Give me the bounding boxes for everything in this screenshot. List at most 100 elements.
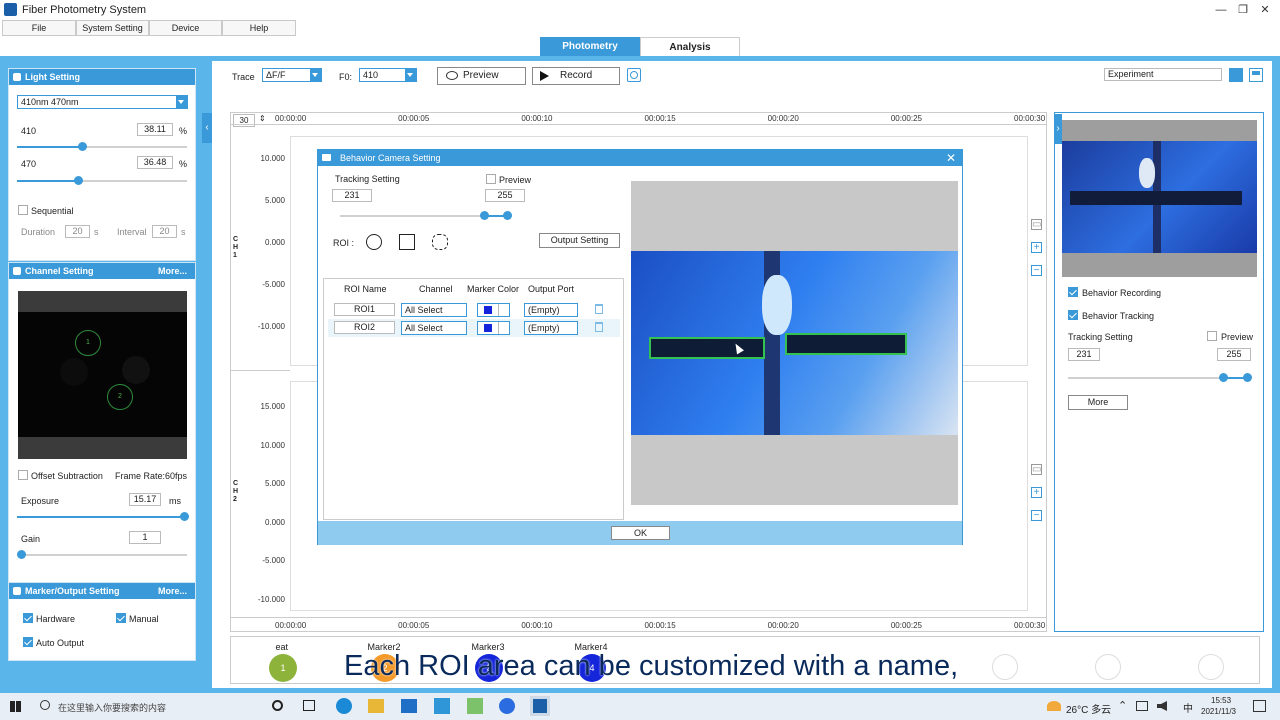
tracking-high-input[interactable]: 255 [485, 189, 525, 202]
threshold-high-knob[interactable] [503, 211, 512, 220]
polygon-roi-icon[interactable] [432, 234, 448, 250]
interval-input[interactable]: 20 [152, 225, 177, 238]
zoom-in-icon[interactable]: + [1031, 242, 1042, 253]
image-icon[interactable]: ▭ [1031, 464, 1042, 475]
tracking-low-input[interactable]: 231 [1068, 348, 1100, 361]
behavior-recording-checkbox[interactable] [1068, 287, 1078, 297]
menu-system-setting[interactable]: System Setting [76, 20, 149, 36]
app-icon[interactable] [467, 698, 483, 714]
baidu-icon[interactable] [499, 698, 515, 714]
duration-input[interactable]: 20 [65, 225, 90, 238]
tracking-high-input[interactable]: 255 [1217, 348, 1251, 361]
task-view-icon[interactable] [303, 700, 315, 711]
output-port-select[interactable]: (Empty) [524, 321, 578, 335]
minimize-icon[interactable]: — [1210, 2, 1232, 18]
edge-icon[interactable] [336, 698, 352, 714]
rectangle-roi-icon[interactable] [399, 234, 415, 250]
file-explorer-icon[interactable] [368, 699, 384, 713]
image-icon[interactable]: ▭ [1031, 219, 1042, 230]
maximize-icon[interactable]: ❐ [1232, 2, 1254, 18]
ch470-slider-knob[interactable] [74, 176, 84, 185]
close-icon[interactable]: ✕ [1254, 2, 1276, 18]
ch470-slider[interactable] [17, 180, 187, 182]
channel-select[interactable]: All Select [401, 303, 467, 317]
hardware-checkbox[interactable] [23, 613, 33, 623]
taskbar-search-input[interactable]: 在这里输入你要搜索的内容 [58, 701, 166, 714]
preview-checkbox[interactable] [486, 174, 496, 184]
fiber-roi-2[interactable]: 2 [107, 384, 133, 410]
ch410-slider-knob[interactable] [77, 142, 87, 151]
threshold-low-knob[interactable] [480, 211, 489, 220]
zoom-in-icon[interactable]: + [1031, 487, 1042, 498]
marker-button[interactable]: 1 [269, 654, 297, 682]
collapse-right-icon[interactable]: › [1054, 114, 1062, 144]
folder-icon[interactable] [1229, 68, 1243, 82]
ime-indicator[interactable]: 中 [1183, 700, 1193, 715]
wavelength-select[interactable]: 410nm 470nm [17, 95, 188, 109]
app-icon[interactable] [434, 698, 450, 714]
manual-checkbox[interactable] [116, 613, 126, 623]
offset-subtraction-checkbox[interactable] [18, 470, 28, 480]
menu-file[interactable]: File [2, 20, 76, 36]
table-row[interactable]: ROI2 All Select (Empty) [328, 319, 620, 337]
roi-rect-2[interactable] [785, 333, 907, 355]
collapse-left-icon[interactable]: ‹ [202, 113, 212, 143]
chevron-up-icon[interactable]: ⌃ [1118, 699, 1127, 712]
roi-name-input[interactable]: ROI1 [334, 303, 395, 316]
empty-marker-slot[interactable] [992, 654, 1018, 680]
f0-select[interactable]: 410 [359, 68, 417, 82]
window-spin-icon[interactable]: ⇕ [259, 114, 266, 123]
tracking-low-knob[interactable] [1219, 373, 1228, 382]
close-icon[interactable]: ✕ [946, 150, 956, 166]
exposure-input[interactable]: 15.17 [129, 493, 161, 506]
marker-color-select[interactable] [477, 303, 510, 317]
ch470-value-input[interactable]: 36.48 [137, 156, 173, 169]
tracking-preview-checkbox[interactable] [1207, 331, 1217, 341]
volume-icon[interactable] [1157, 701, 1167, 711]
channel-more-link[interactable]: More... [158, 263, 187, 279]
marker-more-link[interactable]: More... [158, 583, 187, 599]
behavior-tracking-checkbox[interactable] [1068, 310, 1078, 320]
preview-button[interactable]: Preview [437, 67, 526, 85]
circle-roi-icon[interactable] [366, 234, 382, 250]
output-port-select[interactable]: (Empty) [524, 303, 578, 317]
zoom-out-icon[interactable]: − [1031, 265, 1042, 276]
notification-icon[interactable] [1253, 700, 1266, 712]
menu-help[interactable]: Help [222, 20, 296, 36]
timer-icon[interactable] [627, 68, 641, 82]
zoom-out-icon[interactable]: − [1031, 510, 1042, 521]
experiment-name-input[interactable]: Experiment [1104, 68, 1222, 81]
record-button[interactable]: Record [532, 67, 620, 85]
more-button[interactable]: More [1068, 395, 1128, 410]
ok-button[interactable]: OK [611, 526, 670, 540]
roi-name-input[interactable]: ROI2 [334, 321, 395, 334]
output-setting-button[interactable]: Output Setting [539, 233, 620, 248]
marker-color-select[interactable] [477, 321, 510, 335]
gain-input[interactable]: 1 [129, 531, 161, 544]
table-row[interactable]: ROI1 All Select (Empty) [328, 301, 620, 319]
auto-output-checkbox[interactable] [23, 637, 33, 647]
trash-icon[interactable] [595, 304, 603, 314]
trace-select[interactable]: ΔF/F [262, 68, 322, 82]
menu-device[interactable]: Device [149, 20, 222, 36]
time-window-input[interactable]: 30 [233, 114, 255, 127]
ch410-value-input[interactable]: 38.11 [137, 123, 173, 136]
empty-marker-slot[interactable] [1198, 654, 1224, 680]
windows-start-icon[interactable] [10, 701, 21, 712]
save-icon[interactable] [1249, 68, 1263, 82]
sequential-checkbox[interactable] [18, 205, 28, 215]
trash-icon[interactable] [595, 322, 603, 332]
channel-select[interactable]: All Select [401, 321, 467, 335]
exposure-slider[interactable] [17, 516, 187, 518]
tracking-low-input[interactable]: 231 [332, 189, 372, 202]
gain-slider[interactable] [17, 554, 187, 556]
tab-photometry[interactable]: Photometry [540, 37, 640, 56]
tracking-high-knob[interactable] [1243, 373, 1252, 382]
tab-analysis[interactable]: Analysis [640, 37, 740, 56]
fiber-roi-1[interactable]: 1 [75, 330, 101, 356]
roi-rect-1[interactable] [649, 337, 765, 359]
empty-marker-slot[interactable] [1095, 654, 1121, 680]
cortana-icon[interactable] [272, 700, 283, 711]
taskbar-active-app[interactable] [530, 696, 550, 716]
mail-icon[interactable] [401, 699, 417, 713]
